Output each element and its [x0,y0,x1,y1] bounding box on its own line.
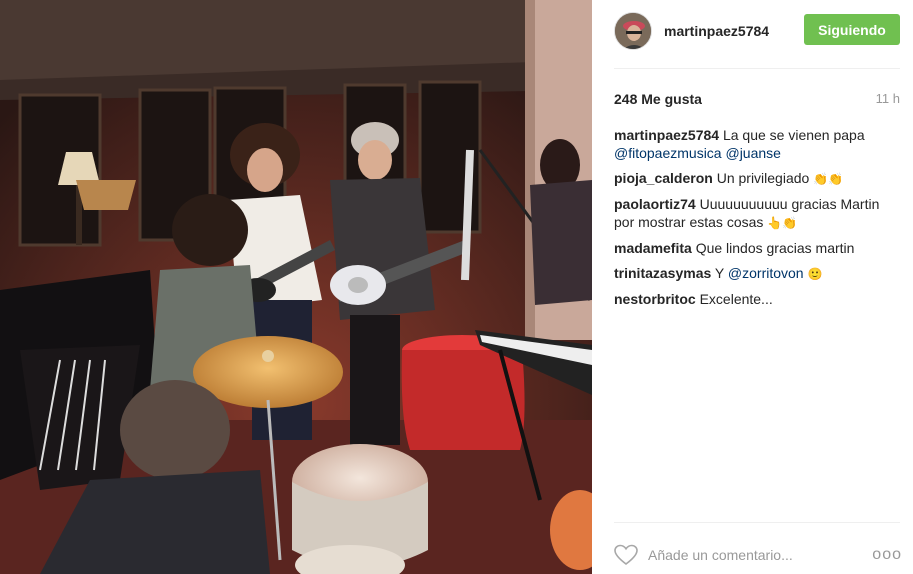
mention-link[interactable]: @fitopaezmusica [614,145,722,161]
comments-list: martinpaez5784 La que se vienen papa @fi… [614,126,894,315]
mention-link[interactable]: @zorritovon [728,265,804,281]
comment-username[interactable]: nestorbritoc [614,291,696,307]
comment-text: La que se vienen papa [722,127,865,143]
divider [614,68,900,69]
more-options-icon[interactable]: ooo [872,546,902,564]
post-photo[interactable] [0,0,592,574]
comment-item: pioja_calderon Un privilegiado 👏👏 [614,169,894,188]
comment-username[interactable]: madamefita [614,240,692,256]
comment-username[interactable]: paolaortiz74 [614,196,696,212]
divider [614,522,900,523]
comment-item: martinpaez5784 La que se vienen papa @fi… [614,126,894,162]
comment-username[interactable]: martinpaez5784 [614,127,719,143]
band-photo-illustration [0,0,592,574]
comment-text: Excelente... [699,291,773,307]
comment-item: madamefita Que lindos gracias martin [614,239,894,257]
comment-item: nestorbritoc Excelente... [614,290,894,308]
heart-icon[interactable] [614,544,638,566]
comment-item: paolaortiz74 Uuuuuuuuuuu gracias Martin … [614,195,894,232]
emoji-icon: 👆👏 [767,216,798,230]
mention-link[interactable]: @juanse [725,145,780,161]
post-time[interactable]: 11 h [876,91,900,106]
comment-text: Y [714,265,728,281]
comment-item: trinitazasymas Y @zorritovon 🙂 [614,264,894,283]
comment-footer: ooo [614,540,904,570]
comment-input[interactable] [648,544,858,566]
author-username[interactable]: martinpaez5784 [664,23,769,39]
post-details-panel: martinpaez5784 Siguiendo 248 Me gusta 11… [592,0,913,574]
emoji-icon: 🙂 [807,267,823,281]
post-header: martinpaez5784 Siguiendo [614,12,904,52]
comment-username[interactable]: pioja_calderon [614,170,713,186]
likes-count[interactable]: 248 Me gusta [614,91,702,107]
comment-text: Que lindos gracias martin [695,240,855,256]
comment-username[interactable]: trinitazasymas [614,265,711,281]
comment-text: Un privilegiado [716,170,814,186]
avatar[interactable] [614,12,652,50]
emoji-icon: 👏👏 [813,172,844,186]
likes-row: 248 Me gusta 11 h [614,90,900,108]
following-button[interactable]: Siguiendo [804,14,900,45]
